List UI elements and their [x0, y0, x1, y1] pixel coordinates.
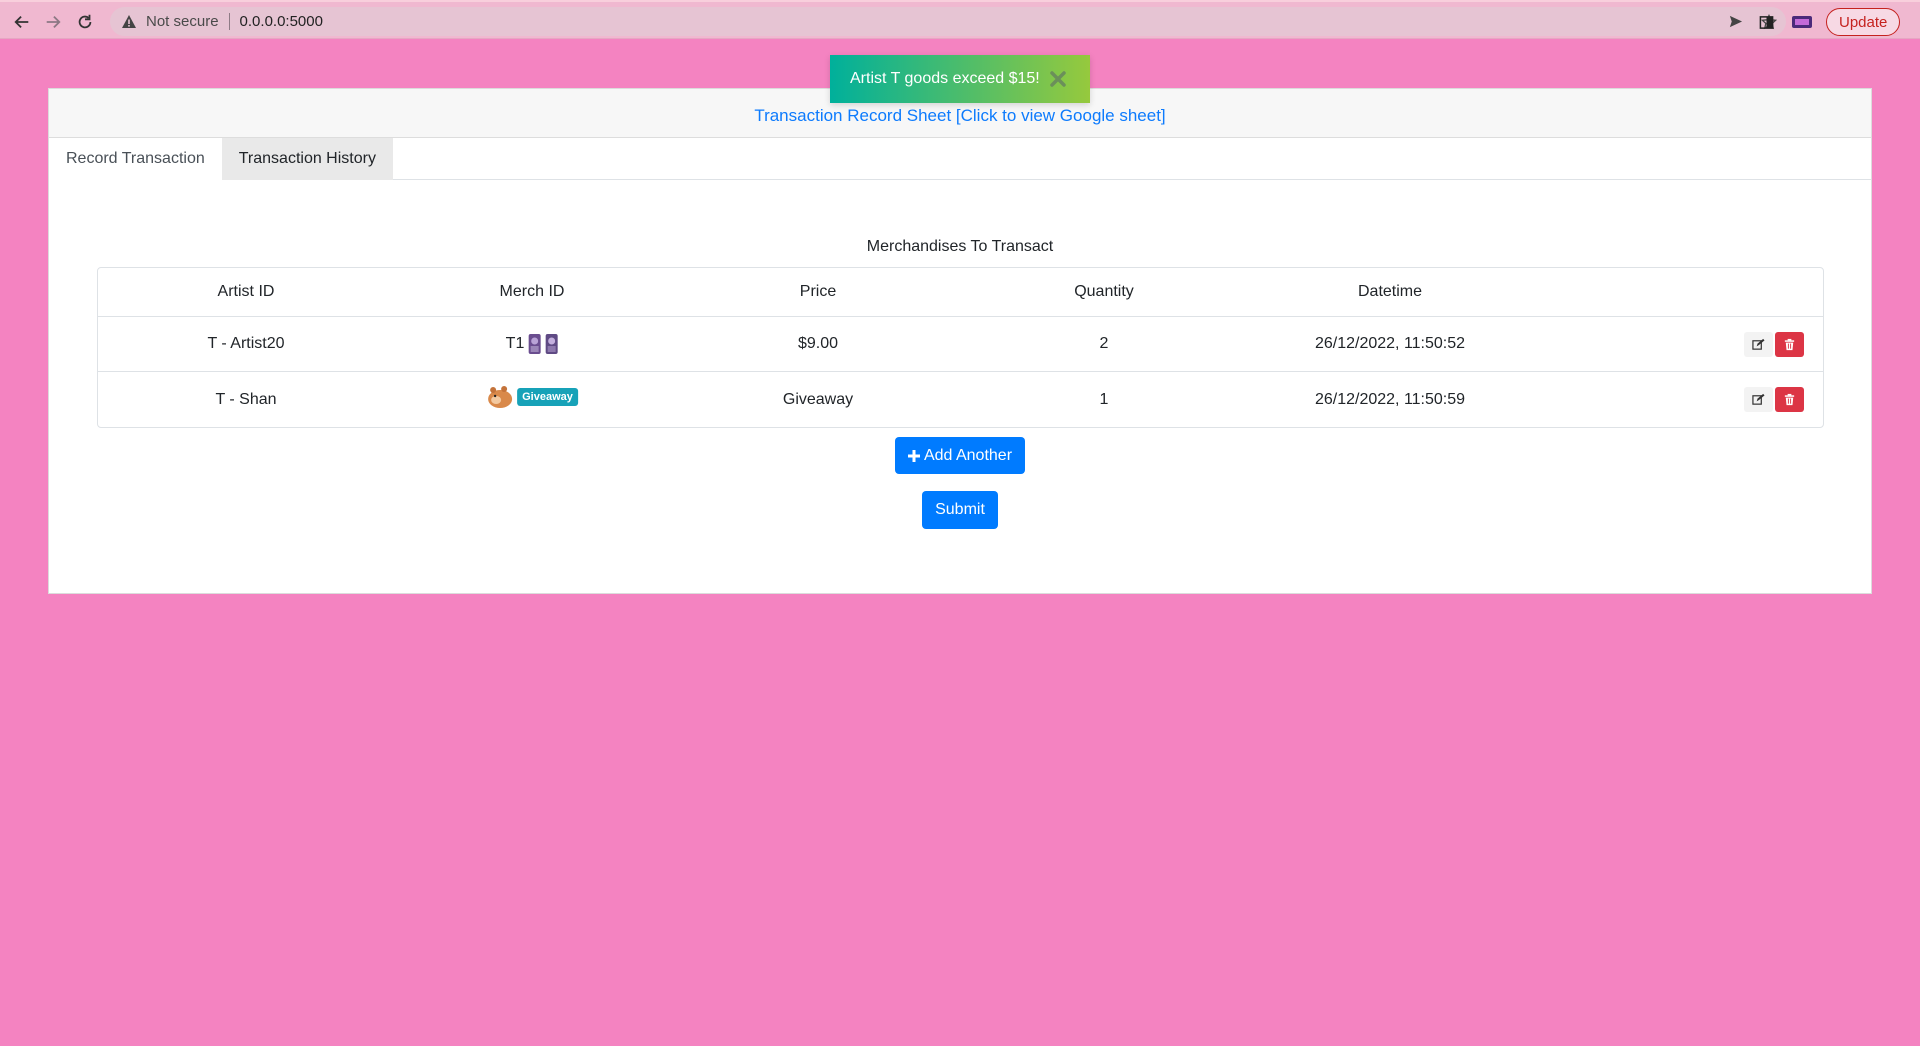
close-icon[interactable]	[1048, 69, 1068, 89]
toast-notification: Artist T goods exceed $15!	[830, 55, 1090, 103]
section-title: Merchandises To Transact	[866, 238, 1054, 255]
plus-icon	[907, 449, 920, 462]
table-row: T - Artist20 T1 $9.00 2 26/12/2022, 11:5…	[98, 317, 1823, 372]
browser-toolbar: Not secure 0.0.0.0:5000 Update	[0, 0, 1920, 39]
col-header-quantity: Quantity	[1074, 283, 1134, 300]
table-header-row: Artist ID Merch ID Price Quantity Dateti…	[98, 268, 1823, 317]
reload-icon[interactable]	[70, 8, 100, 36]
update-button[interactable]: Update	[1826, 8, 1901, 36]
url-text: 0.0.0.0:5000	[239, 13, 323, 30]
giveaway-badge: Giveaway	[517, 388, 578, 406]
col-header-price: Price	[799, 283, 837, 300]
tab-bar: Record Transaction Transaction History	[49, 138, 1871, 180]
address-bar[interactable]: Not secure 0.0.0.0:5000	[110, 7, 1786, 36]
forward-arrow-icon[interactable]	[38, 8, 68, 36]
merch-thumbnail-icon	[545, 334, 558, 354]
merch-thumbnail-icon	[528, 334, 541, 354]
datetime-cell: 26/12/2022, 11:50:52	[1314, 335, 1466, 352]
edit-icon	[1752, 393, 1765, 405]
google-sheet-link[interactable]: Transaction Record Sheet [Click to view …	[754, 106, 1165, 126]
tab-record-transaction[interactable]: Record Transaction	[49, 138, 222, 180]
merch-id-cell: T1	[506, 332, 559, 356]
tab-transaction-history[interactable]: Transaction History	[221, 138, 393, 180]
edit-button[interactable]	[1744, 331, 1773, 357]
back-arrow-icon[interactable]	[7, 8, 37, 36]
edit-button[interactable]	[1744, 387, 1773, 412]
trash-icon	[1784, 338, 1795, 350]
trash-icon	[1784, 393, 1795, 406]
send-icon[interactable]	[1718, 14, 1752, 29]
add-another-button[interactable]: Add Another	[895, 437, 1025, 474]
col-header-artist-id: Artist ID	[217, 283, 275, 300]
datetime-cell: 26/12/2022, 11:50:59	[1314, 390, 1466, 408]
side-panel-icon[interactable]	[1752, 8, 1780, 36]
merch-id-cell: Giveaway	[486, 384, 578, 415]
col-header-datetime: Datetime	[1357, 283, 1423, 300]
price-cell: $9.00	[797, 335, 839, 352]
toast-message: Artist T goods exceed $15!	[850, 70, 1040, 87]
artist-id-cell: T - Shan	[215, 390, 277, 408]
price-cell: Giveaway	[782, 390, 854, 408]
merch-code: T1	[505, 335, 525, 352]
delete-button[interactable]	[1775, 387, 1804, 412]
warning-icon	[122, 14, 136, 28]
row-actions	[1744, 387, 1804, 412]
col-header-merch-id: Merch ID	[499, 283, 565, 300]
hamster-thumbnail-icon	[488, 386, 513, 408]
merch-table: Artist ID Merch ID Price Quantity Dateti…	[97, 267, 1824, 428]
transaction-card: Transaction Record Sheet [Click to view …	[48, 88, 1872, 594]
add-another-label: Add Another	[923, 446, 1013, 464]
artist-id-cell: T - Artist20	[207, 335, 285, 352]
delete-button[interactable]	[1775, 331, 1804, 357]
row-actions	[1744, 331, 1804, 357]
submit-button[interactable]: Submit	[922, 491, 998, 529]
address-divider	[228, 13, 230, 30]
security-label: Not secure	[146, 13, 219, 30]
quantity-cell: 1	[1099, 390, 1109, 408]
edit-icon	[1752, 338, 1765, 350]
profile-avatar-icon[interactable]	[1788, 8, 1816, 36]
quantity-cell: 2	[1099, 335, 1109, 352]
table-row: T - Shan Giveaway Giveaway 1 26/12/2022,…	[98, 372, 1823, 427]
